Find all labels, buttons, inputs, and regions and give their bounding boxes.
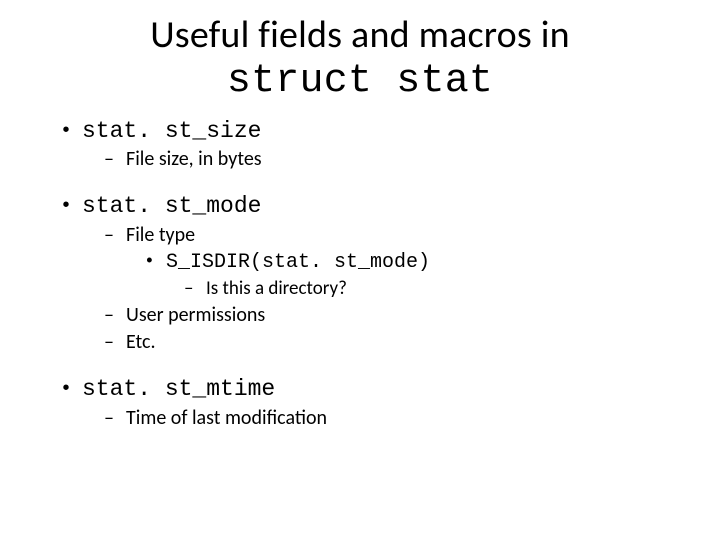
slide: Useful fields and macros in struct stat … <box>0 0 720 540</box>
bullet-list: stat. st_size File size, in bytes stat. … <box>40 117 680 431</box>
slide-title: Useful fields and macros in struct stat <box>40 14 680 105</box>
item-label: S_ISDIR(stat. st_mode) <box>144 250 680 275</box>
item-label: File size, in bytes <box>104 147 680 172</box>
sub-list: Time of last modification <box>60 406 680 431</box>
item-label: Etc. <box>104 330 680 355</box>
list-item: stat. st_mtime Time of last modification <box>60 375 680 431</box>
title-line-1: Useful fields and macros in <box>150 12 570 58</box>
item-label: Is this a directory? <box>184 277 680 301</box>
item-label: stat. st_size <box>60 117 680 146</box>
list-item: File type S_ISDIR(stat. st_mode) Is this… <box>104 223 680 301</box>
item-label: stat. st_mode <box>60 192 680 221</box>
list-item: File size, in bytes <box>104 147 680 172</box>
list-item: User permissions <box>104 303 680 328</box>
sub-list-2: S_ISDIR(stat. st_mode) Is this a directo… <box>104 250 680 301</box>
list-item: stat. st_mode File type S_ISDIR(stat. st… <box>60 192 680 355</box>
list-item: Time of last modification <box>104 406 680 431</box>
item-label: File type <box>104 223 680 248</box>
title-line-2: struct stat <box>227 59 493 104</box>
item-label: Time of last modification <box>104 406 680 431</box>
list-item: Is this a directory? <box>184 277 680 301</box>
item-label: User permissions <box>104 303 680 328</box>
sub-list: File type S_ISDIR(stat. st_mode) Is this… <box>60 223 680 355</box>
sub-list-3: Is this a directory? <box>144 277 680 301</box>
list-item: stat. st_size File size, in bytes <box>60 117 680 173</box>
sub-list: File size, in bytes <box>60 147 680 172</box>
list-item: Etc. <box>104 330 680 355</box>
list-item: S_ISDIR(stat. st_mode) Is this a directo… <box>144 250 680 301</box>
item-label: stat. st_mtime <box>60 375 680 404</box>
